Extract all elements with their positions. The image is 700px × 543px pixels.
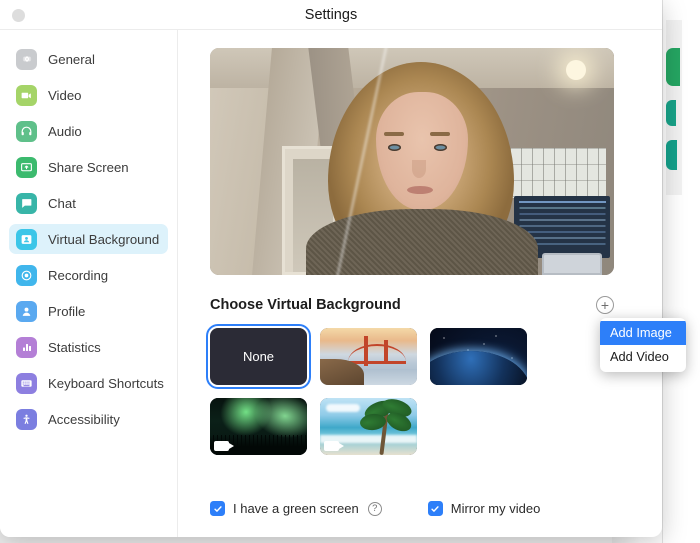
person-card-icon xyxy=(16,228,37,250)
sidebar-item-keyboard-shortcuts[interactable]: Keyboard Shortcuts xyxy=(9,368,168,398)
background-green-button-2[interactable] xyxy=(666,100,676,126)
preview-person-nose xyxy=(412,160,426,178)
preview-ceiling-light xyxy=(566,60,586,80)
video-badge-icon xyxy=(324,441,344,451)
virtual-background-panel: Choose Virtual Background + None I have … xyxy=(178,30,662,537)
background-thumbnail-golden-gate-bridge[interactable] xyxy=(320,328,417,385)
sidebar-item-label: Virtual Background xyxy=(48,231,160,247)
background-thumbnail-northern-lights[interactable] xyxy=(210,398,307,455)
menu-item-add-video[interactable]: Add Video xyxy=(600,345,686,369)
sidebar-item-label: Chat xyxy=(48,195,76,211)
green-screen-label: I have a green screen xyxy=(233,501,359,516)
video-preview xyxy=(210,48,614,275)
sidebar-item-label: Profile xyxy=(48,303,86,319)
sidebar-item-label: Share Screen xyxy=(48,159,129,175)
preview-window xyxy=(510,148,606,198)
sidebar-item-chat[interactable]: Chat xyxy=(9,188,168,218)
share-icon xyxy=(16,156,37,178)
sidebar-item-profile[interactable]: Profile xyxy=(9,296,168,326)
sidebar-item-general[interactable]: General xyxy=(9,44,168,74)
accessibility-icon xyxy=(16,408,37,430)
section-header: Choose Virtual Background + xyxy=(210,296,614,314)
preview-person-mouth xyxy=(407,186,433,194)
preview-person-eye-right xyxy=(434,144,447,151)
preview-person-brow-left xyxy=(384,132,404,136)
sidebar-item-label: Video xyxy=(48,87,82,103)
sidebar-item-statistics[interactable]: Statistics xyxy=(9,332,168,362)
bridge-cable xyxy=(348,344,406,362)
preview-person-eye-left xyxy=(388,144,401,151)
window-title: Settings xyxy=(304,7,358,23)
sidebar-item-label: Audio xyxy=(48,123,82,139)
sidebar-item-label: Accessibility xyxy=(48,411,120,427)
video-icon xyxy=(16,84,37,106)
mirror-video-checkbox[interactable] xyxy=(427,501,443,516)
video-badge-icon xyxy=(214,441,234,451)
sidebar-item-virtual-background[interactable]: Virtual Background xyxy=(9,224,168,254)
settings-window: Settings General Video Audio Share Scree… xyxy=(0,0,662,537)
green-screen-checkbox-row[interactable]: I have a green screen ? xyxy=(210,501,382,516)
settings-sidebar: General Video Audio Share Screen Chat Vi… xyxy=(0,30,178,537)
thumbnail-art-space xyxy=(430,328,527,385)
sidebar-item-recording[interactable]: Recording xyxy=(9,260,168,290)
profile-icon xyxy=(16,300,37,322)
thumbnail-label: None xyxy=(242,349,275,364)
sidebar-item-audio[interactable]: Audio xyxy=(9,116,168,146)
thumbnail-art-bridge xyxy=(320,328,417,385)
headset-icon xyxy=(16,120,37,142)
background-green-button-1[interactable] xyxy=(666,48,680,86)
settings-body: General Video Audio Share Screen Chat Vi… xyxy=(0,30,662,537)
sidebar-item-label: Keyboard Shortcuts xyxy=(48,375,164,391)
chat-icon xyxy=(16,192,37,214)
record-icon xyxy=(16,264,37,286)
sidebar-item-label: Recording xyxy=(48,267,109,283)
background-window-divider xyxy=(662,0,663,543)
background-thumbnail-earth-from-space[interactable] xyxy=(430,328,527,385)
screen: Settings General Video Audio Share Scree… xyxy=(0,0,700,543)
section-title: Choose Virtual Background xyxy=(210,297,401,313)
gear-icon xyxy=(16,48,37,70)
background-green-button-3[interactable] xyxy=(666,140,677,170)
sidebar-item-label: General xyxy=(48,51,95,67)
mirror-video-label: Mirror my video xyxy=(450,501,541,516)
preview-laptop xyxy=(542,253,602,275)
bar-chart-icon xyxy=(16,336,37,358)
preview-person-brow-right xyxy=(430,132,450,136)
sidebar-item-accessibility[interactable]: Accessibility xyxy=(9,404,168,434)
help-icon[interactable]: ? xyxy=(367,501,382,516)
background-thumbnail-grid: None xyxy=(206,324,630,455)
menu-item-add-image[interactable]: Add Image xyxy=(600,321,686,345)
add-background-button[interactable]: + xyxy=(596,296,614,314)
title-bar: Settings xyxy=(0,0,662,30)
background-thumbnail-tropical-beach[interactable] xyxy=(320,398,417,455)
sidebar-item-share-screen[interactable]: Share Screen xyxy=(9,152,168,182)
beach-cloud xyxy=(326,404,360,412)
sidebar-item-label: Statistics xyxy=(48,339,101,355)
preview-monitor-code xyxy=(519,201,606,203)
mirror-video-checkbox-row[interactable]: Mirror my video xyxy=(427,501,541,516)
sidebar-item-video[interactable]: Video xyxy=(9,80,168,110)
green-screen-checkbox[interactable] xyxy=(210,501,225,516)
keyboard-icon xyxy=(16,372,37,394)
background-thumbnail-none[interactable]: None xyxy=(206,324,311,389)
add-background-dropdown: Add Image Add Video xyxy=(600,318,686,372)
options-footer: I have a green screen ? Mirror my video xyxy=(210,501,540,516)
bridge-deck xyxy=(348,361,406,364)
